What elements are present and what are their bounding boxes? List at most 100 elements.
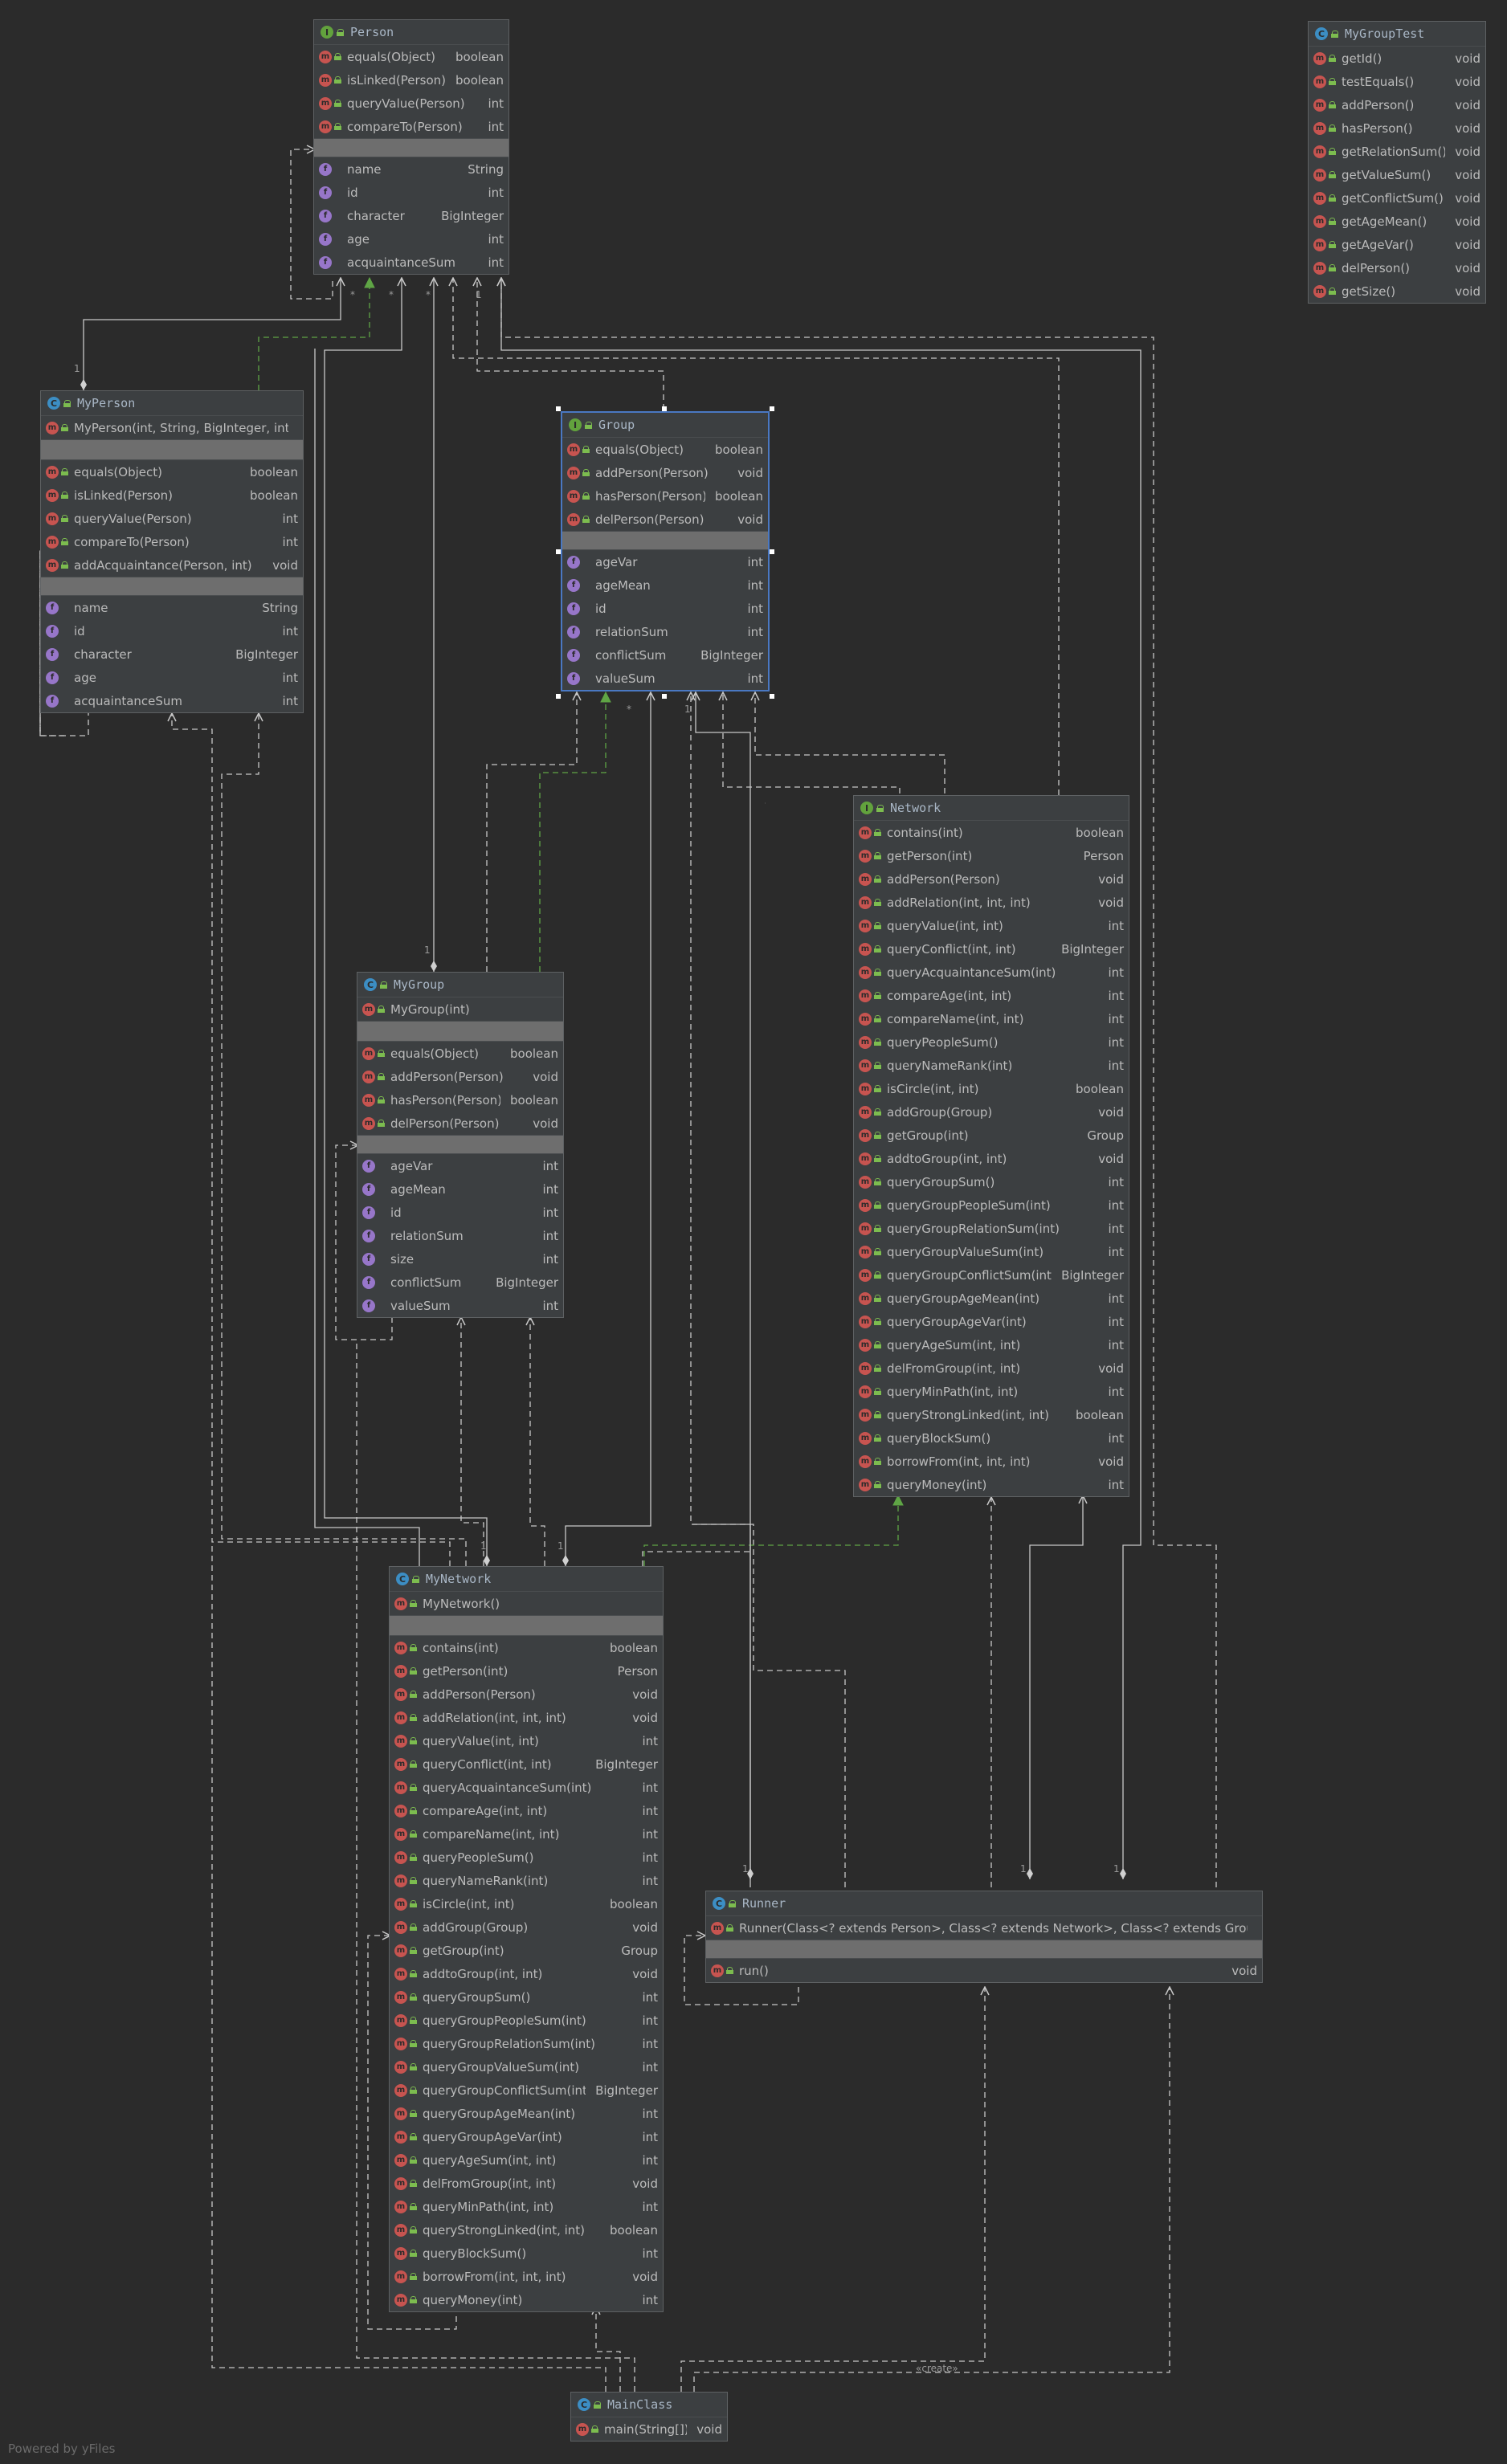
method-row[interactable]: m getId() void — [1309, 47, 1485, 70]
method-row[interactable]: m delFromGroup(int, int) void — [854, 1356, 1129, 1380]
method-row[interactable]: m compareName(int, int) int — [854, 1007, 1129, 1030]
field-row[interactable]: f id int — [357, 1201, 563, 1224]
method-row[interactable]: m queryValue(Person) int — [41, 507, 303, 530]
field-row[interactable]: f acquaintanceSum int — [41, 689, 303, 712]
method-row[interactable]: m getGroup(int) Group — [854, 1124, 1129, 1147]
method-row[interactable]: m queryGroupPeopleSum(int) int — [390, 2009, 663, 2032]
method-row[interactable]: m addGroup(Group) void — [390, 1915, 663, 1939]
method-row[interactable]: m compareTo(Person) int — [41, 530, 303, 553]
node-mynetwork[interactable]: C MyNetwork m MyNetwork() m contains(int) bo… — [389, 1566, 664, 2312]
method-row[interactable]: m addPerson() void — [1309, 93, 1485, 116]
method-row[interactable]: m queryGroupAgeMean(int) int — [390, 2102, 663, 2125]
method-row[interactable]: m hasPerson(Person) boolean — [357, 1088, 563, 1112]
method-row[interactable]: m queryMinPath(int, int) int — [854, 1380, 1129, 1403]
method-row[interactable]: m addPerson(Person) void — [854, 867, 1129, 891]
method-row[interactable]: m compareName(int, int) int — [390, 1822, 663, 1846]
field-row[interactable]: f age int — [314, 227, 508, 251]
selection-handle[interactable] — [770, 406, 774, 411]
method-row[interactable]: m queryBlockSum() int — [390, 2242, 663, 2265]
method-row[interactable]: m compareTo(Person) int — [314, 115, 508, 138]
method-row[interactable]: m queryPeopleSum() int — [854, 1030, 1129, 1054]
constructor-row[interactable]: m MyNetwork() — [390, 1592, 663, 1615]
field-row[interactable]: f name String — [314, 157, 508, 181]
field-row[interactable]: f ageMean int — [357, 1177, 563, 1201]
method-row[interactable]: m addtoGroup(int, int) void — [390, 1962, 663, 1985]
field-row[interactable]: f age int — [41, 666, 303, 689]
selection-handle[interactable] — [556, 406, 561, 411]
method-row[interactable]: m isLinked(Person) boolean — [314, 68, 508, 92]
method-row[interactable]: m getAgeVar() void — [1309, 233, 1485, 256]
field-row[interactable]: f conflictSum BigInteger — [562, 643, 768, 667]
method-row[interactable]: m queryValue(Person) int — [314, 92, 508, 115]
node-mygroup[interactable]: C MyGroup m MyGroup(int) m equals(Object) bo… — [357, 972, 564, 1318]
method-row[interactable]: m compareAge(int, int) int — [854, 984, 1129, 1007]
field-row[interactable]: f conflictSum BigInteger — [357, 1271, 563, 1294]
method-row[interactable]: m queryStrongLinked(int, int) boolean — [854, 1403, 1129, 1426]
field-row[interactable]: f character BigInteger — [41, 643, 303, 666]
field-row[interactable]: f valueSum int — [562, 667, 768, 690]
node-runner[interactable]: C Runner m Runner(Class<? extends Person>,… — [705, 1891, 1263, 1983]
method-row[interactable]: m queryStrongLinked(int, int) boolean — [390, 2218, 663, 2242]
field-row[interactable]: f ageVar int — [357, 1154, 563, 1177]
method-row[interactable]: m queryAgeSum(int, int) int — [390, 2148, 663, 2172]
method-row[interactable]: m queryGroupSum() int — [390, 1985, 663, 2009]
method-row[interactable]: m queryConflict(int, int) BigInteger — [390, 1752, 663, 1776]
field-row[interactable]: f valueSum int — [357, 1294, 563, 1317]
method-row[interactable]: m getPerson(int) Person — [390, 1659, 663, 1683]
node-mainclass[interactable]: C MainClass m main(String[]) void — [570, 2392, 728, 2442]
method-row[interactable]: m queryAcquaintanceSum(int) int — [390, 1776, 663, 1799]
selection-handle[interactable] — [662, 694, 667, 699]
method-row[interactable]: m queryAgeSum(int, int) int — [854, 1333, 1129, 1356]
selection-handle[interactable] — [770, 694, 774, 699]
method-row[interactable]: m getValueSum() void — [1309, 163, 1485, 186]
method-row[interactable]: m getAgeMean() void — [1309, 210, 1485, 233]
method-row[interactable]: m addPerson(Person) void — [562, 461, 768, 484]
selection-handle[interactable] — [662, 406, 667, 411]
method-row[interactable]: m addPerson(Person) void — [390, 1683, 663, 1706]
field-row[interactable]: f id int — [41, 619, 303, 643]
method-row[interactable]: m delPerson(Person) void — [562, 508, 768, 531]
method-row[interactable]: m borrowFrom(int, int, int) void — [854, 1450, 1129, 1473]
method-row[interactable]: m queryGroupSum() int — [854, 1170, 1129, 1193]
method-row[interactable]: m queryPeopleSum() int — [390, 1846, 663, 1869]
field-row[interactable]: f size int — [357, 1247, 563, 1271]
method-row[interactable]: m queryNameRank(int) int — [854, 1054, 1129, 1077]
node-group[interactable]: I Group m equals(Object) boolean m addPerson(… — [561, 411, 770, 691]
method-row[interactable]: m queryMoney(int) int — [390, 2288, 663, 2311]
method-row[interactable]: m equals(Object) boolean — [41, 460, 303, 483]
method-row[interactable]: m hasPerson(Person) boolean — [562, 484, 768, 508]
method-row[interactable]: m hasPerson() void — [1309, 116, 1485, 140]
method-row[interactable]: m isLinked(Person) boolean — [41, 483, 303, 507]
method-row[interactable]: m getGroup(int) Group — [390, 1939, 663, 1962]
selection-handle[interactable] — [556, 694, 561, 699]
method-row[interactable]: m queryGroupConflictSum(int) BigInteger — [854, 1263, 1129, 1287]
method-row[interactable]: m addGroup(Group) void — [854, 1100, 1129, 1124]
method-row[interactable]: m queryGroupAgeVar(int) int — [390, 2125, 663, 2148]
field-row[interactable]: f id int — [562, 597, 768, 620]
method-row[interactable]: m queryGroupRelationSum(int) int — [390, 2032, 663, 2055]
method-row[interactable]: m queryGroupValueSum(int) int — [854, 1240, 1129, 1263]
method-row[interactable]: m isCircle(int, int) boolean — [390, 1892, 663, 1915]
selection-handle[interactable] — [770, 549, 774, 554]
method-row[interactable]: m queryMinPath(int, int) int — [390, 2195, 663, 2218]
method-row[interactable]: m queryGroupAgeVar(int) int — [854, 1310, 1129, 1333]
method-row[interactable]: m addAcquaintance(Person, int) void — [41, 553, 303, 577]
method-row[interactable]: m queryValue(int, int) int — [390, 1729, 663, 1752]
method-row[interactable]: m addtoGroup(int, int) void — [854, 1147, 1129, 1170]
method-row[interactable]: m getConflictSum() void — [1309, 186, 1485, 210]
method-row[interactable]: m queryGroupAgeMean(int) int — [854, 1287, 1129, 1310]
method-row[interactable]: m borrowFrom(int, int, int) void — [390, 2265, 663, 2288]
node-network[interactable]: I Network m contains(int) boolean m getPerson… — [853, 795, 1129, 1497]
method-row[interactable]: m queryGroupRelationSum(int) int — [854, 1217, 1129, 1240]
constructor-row[interactable]: m Runner(Class<? extends Person>, Class<?… — [706, 1916, 1262, 1940]
method-row[interactable]: m run() void — [706, 1959, 1262, 1982]
method-row[interactable]: m queryConflict(int, int) BigInteger — [854, 937, 1129, 961]
method-row[interactable]: m addPerson(Person) void — [357, 1065, 563, 1088]
method-row[interactable]: m queryAcquaintanceSum(int) int — [854, 961, 1129, 984]
method-row[interactable]: m contains(int) boolean — [390, 1636, 663, 1659]
field-row[interactable]: f ageVar int — [562, 550, 768, 573]
field-row[interactable]: f ageMean int — [562, 573, 768, 597]
method-row[interactable]: m delPerson(Person) void — [357, 1112, 563, 1135]
field-row[interactable]: f name String — [41, 596, 303, 619]
method-row[interactable]: m equals(Object) boolean — [562, 438, 768, 461]
